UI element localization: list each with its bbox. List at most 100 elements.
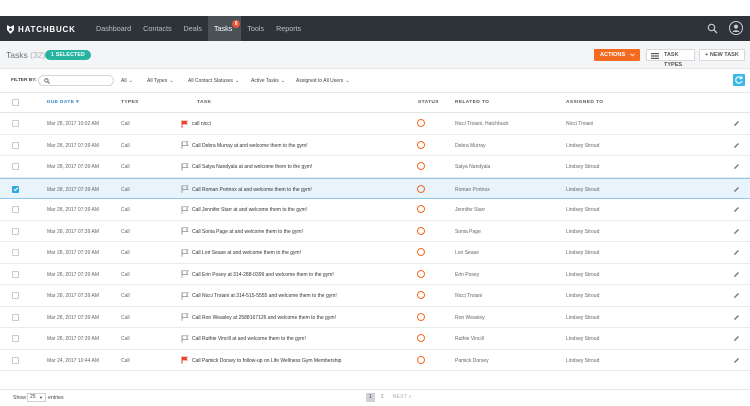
table-row[interactable]: Mar 28, 2017 07:39 AM Call Call Satya Nand… — [0, 156, 750, 178]
related-to-cell[interactable]: Nicci Troiani — [455, 293, 482, 299]
status-incomplete-icon[interactable] — [417, 162, 425, 170]
task-cell[interactable]: Call Lori Sease at and welcome them to t… — [192, 250, 301, 256]
task-cell[interactable]: call nicci — [192, 121, 211, 127]
task-cell[interactable]: Call Sonia Page at and welcome them to t… — [192, 229, 303, 235]
status-incomplete-icon[interactable] — [417, 269, 425, 278]
filter-search-input[interactable] — [38, 75, 114, 86]
status-incomplete-icon[interactable] — [417, 355, 425, 364]
task-cell[interactable]: Call Debra Murray at and welcome them to… — [192, 143, 308, 149]
row-checkbox[interactable] — [12, 227, 19, 235]
table-row[interactable]: Mar 28, 2017 10:02 AM Call call nicci Nicci… — [0, 113, 750, 135]
row-checkbox[interactable] — [12, 141, 19, 149]
pencil-icon[interactable] — [733, 335, 740, 342]
nav-tasks[interactable]: Tasks 6 — [207, 16, 242, 41]
flag-outline-icon[interactable] — [181, 313, 189, 321]
task-cell[interactable]: Call Pamick Dorsey to follow-up on Life … — [192, 358, 341, 364]
task-cell[interactable]: Call Satya Nandyala at and welcome them … — [192, 164, 312, 170]
nav-contacts[interactable]: Contacts — [137, 16, 177, 41]
flag-outline-icon[interactable] — [181, 291, 189, 300]
status-incomplete-icon[interactable] — [417, 140, 425, 149]
refresh-button[interactable] — [733, 74, 745, 86]
pencil-icon[interactable] — [733, 228, 740, 235]
flag-filled-icon[interactable] — [181, 356, 189, 364]
table-row[interactable]: Mar 28, 2017 07:39 AM Call Call Roman Port… — [0, 177, 750, 199]
user-avatar[interactable] — [729, 21, 743, 35]
task-cell[interactable]: Call Roman Portnox at and welcome them t… — [192, 187, 312, 193]
new-task-button[interactable]: + NEW TASK — [699, 49, 745, 61]
related-to-cell[interactable]: Ruthie Vincill — [455, 336, 484, 342]
pencil-icon[interactable] — [733, 163, 740, 170]
actions-button[interactable]: ACTIONS — [594, 49, 640, 61]
table-row[interactable]: Mar 28, 2017 07:39 AM Call Call Lori Sease… — [0, 242, 750, 264]
status-incomplete-icon[interactable] — [417, 248, 425, 256]
column-task[interactable]: TASK — [197, 100, 211, 105]
row-checkbox[interactable] — [12, 335, 19, 342]
status-incomplete-icon[interactable] — [417, 184, 425, 193]
flag-outline-icon[interactable] — [181, 162, 189, 171]
pencil-icon[interactable] — [733, 292, 740, 299]
related-to-cell[interactable]: Erin Posey — [455, 272, 479, 278]
related-to-cell[interactable]: Debra Murray — [455, 143, 486, 149]
selected-count-badge[interactable]: 1 SELECTED — [45, 50, 91, 60]
nav-tools[interactable]: Tools — [241, 16, 270, 41]
task-cell[interactable]: Call Ron Weasley at 2588167126 and welco… — [192, 315, 336, 321]
status-incomplete-icon[interactable] — [417, 334, 425, 342]
nav-reports[interactable]: Reports — [270, 16, 307, 41]
search-icon[interactable] — [707, 23, 718, 34]
table-row[interactable]: Mar 28, 2017 07:39 AM Call Call Nicci Troi… — [0, 285, 750, 307]
filter-assigned-dropdown[interactable]: Assigned to All Users ⌄ — [296, 78, 349, 84]
task-cell[interactable]: Call Erin Posey at 314-288-0399 and welc… — [192, 272, 334, 278]
related-to-cell[interactable]: Roman Portnox — [455, 187, 490, 193]
flag-outline-icon[interactable] — [181, 185, 189, 193]
table-row[interactable]: Mar 28, 2017 07:39 AM Call Call Ruthie Vin… — [0, 328, 750, 350]
related-to-cell[interactable]: Satya Nandyala — [455, 164, 490, 170]
filter-types-dropdown[interactable]: All Types ⌄ — [147, 78, 173, 84]
row-checkbox[interactable] — [12, 120, 19, 127]
status-incomplete-icon[interactable] — [417, 312, 425, 321]
pencil-icon[interactable] — [733, 120, 740, 127]
column-types[interactable]: TYPES — [121, 100, 139, 105]
task-cell[interactable]: Call Ruthie Vincill at and welcome them … — [192, 336, 306, 342]
related-to-cell[interactable]: Sonia Page — [455, 229, 481, 235]
flag-outline-icon[interactable] — [181, 141, 189, 149]
flag-filled-icon[interactable] — [181, 120, 189, 128]
column-status[interactable]: STATUS — [418, 100, 439, 105]
column-due-date[interactable]: DUE DATE ▾ — [47, 100, 79, 105]
status-incomplete-icon[interactable] — [417, 119, 425, 127]
table-row[interactable]: Mar 28, 2017 07:39 AM Call Call Sonia Page… — [0, 221, 750, 242]
status-incomplete-icon[interactable] — [417, 226, 425, 235]
task-types-button[interactable]: TASK TYPES — [646, 49, 695, 68]
row-checkbox[interactable] — [12, 292, 19, 299]
table-row[interactable]: Mar 28, 2017 07:39 AM Call Call Debra Murr… — [0, 135, 750, 156]
row-checkbox[interactable] — [12, 206, 19, 213]
nav-dashboard[interactable]: Dashboard — [90, 16, 137, 41]
row-checkbox[interactable] — [12, 313, 19, 321]
column-related-to[interactable]: RELATED TO — [455, 100, 489, 105]
flag-outline-icon[interactable] — [181, 334, 189, 343]
row-checkbox[interactable] — [12, 185, 19, 193]
pencil-icon[interactable] — [733, 186, 740, 193]
related-to-cell[interactable]: Lori Sease — [455, 250, 479, 256]
task-cell[interactable]: Call Jennifer Starr at and welcome them … — [192, 207, 307, 213]
pencil-icon[interactable] — [733, 142, 740, 149]
status-incomplete-icon[interactable] — [417, 205, 425, 213]
flag-outline-icon[interactable] — [181, 248, 189, 257]
nav-deals[interactable]: Deals — [178, 16, 208, 41]
page-2-button[interactable]: 2 — [378, 393, 387, 402]
pencil-icon[interactable] — [733, 314, 740, 321]
column-assigned-to[interactable]: ASSIGNED TO — [566, 100, 603, 105]
pencil-icon[interactable] — [733, 249, 740, 256]
status-incomplete-icon[interactable] — [417, 291, 425, 299]
filter-active-tasks-dropdown[interactable]: Active Tasks ⌄ — [251, 78, 285, 84]
related-to-cell[interactable]: Nicci Troiani, Hatchbuck — [455, 121, 509, 127]
hatchbuck-logo[interactable]: HATCHBUCK — [6, 23, 76, 35]
select-all-checkbox[interactable] — [12, 99, 19, 106]
row-checkbox[interactable] — [12, 249, 19, 256]
row-checkbox[interactable] — [12, 163, 19, 170]
pencil-icon[interactable] — [733, 357, 740, 364]
row-checkbox[interactable] — [12, 270, 19, 278]
table-row[interactable]: Mar 28, 2017 07:39 AM Call Call Erin Posey… — [0, 264, 750, 285]
page-1-button[interactable]: 1 — [366, 393, 375, 402]
related-to-cell[interactable]: Ron Weasley — [455, 315, 485, 321]
table-row[interactable]: Mar 24, 2017 10:44 AM Call Call Pamick Dor… — [0, 350, 750, 371]
